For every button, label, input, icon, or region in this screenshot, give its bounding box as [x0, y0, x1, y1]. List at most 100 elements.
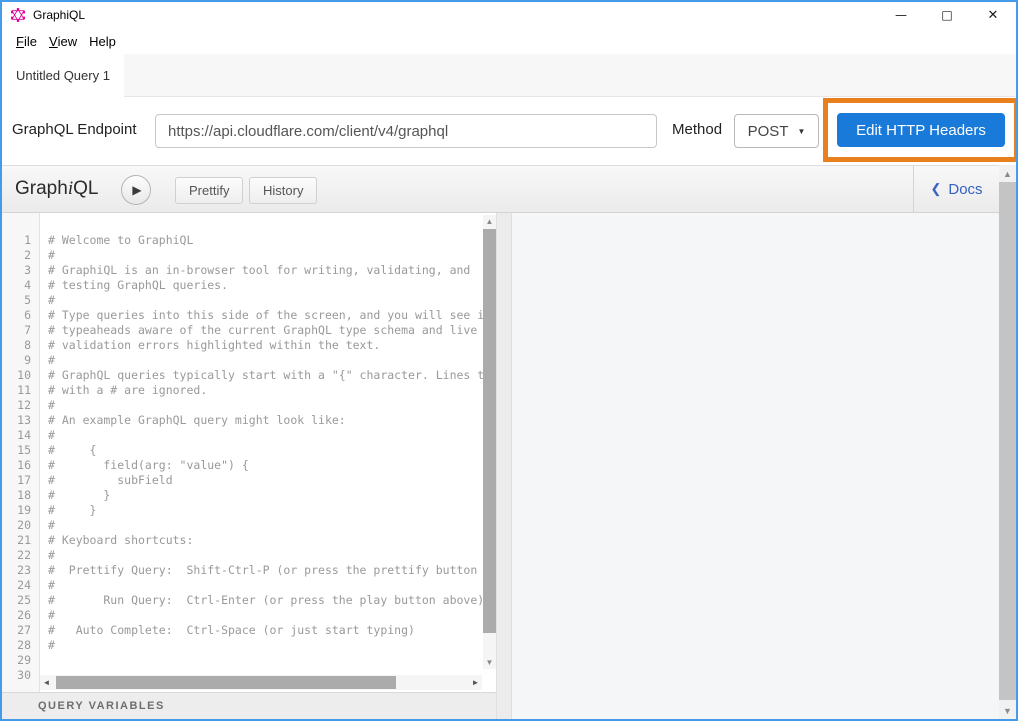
line-number: 2 — [2, 248, 31, 263]
line-number: 3 — [2, 263, 31, 278]
editor-line[interactable] — [48, 653, 496, 668]
line-number: 15 — [2, 443, 31, 458]
scroll-up-icon[interactable]: ▲ — [999, 165, 1016, 182]
editor-line[interactable]: # — [48, 293, 496, 308]
editor-line[interactable]: # testing GraphQL queries. — [48, 278, 496, 293]
graphql-logo-icon — [11, 8, 25, 22]
menu-item-view[interactable]: View — [43, 28, 83, 54]
scroll-left-icon[interactable]: ◄ — [40, 675, 53, 690]
editor-line[interactable]: # — [48, 518, 496, 533]
line-number: 14 — [2, 428, 31, 443]
query-variables-title: QUERY VARIABLES — [38, 700, 165, 712]
tab-strip: Untitled Query 1 — [2, 54, 1016, 97]
line-number: 23 — [2, 563, 31, 578]
scroll-up-icon[interactable]: ▲ — [483, 215, 496, 228]
scroll-right-icon[interactable]: ► — [469, 675, 482, 690]
editor-line[interactable]: # field(arg: "value") { — [48, 458, 496, 473]
line-number: 16 — [2, 458, 31, 473]
pane-divider[interactable] — [496, 213, 512, 719]
method-value: POST — [748, 123, 789, 140]
editor-line[interactable]: # — [48, 548, 496, 563]
menu-bar: FileViewHelp — [2, 28, 1016, 54]
editor-line[interactable]: # validation errors highlighted within t… — [48, 338, 496, 353]
editor-line[interactable]: # typeaheads aware of the current GraphQ… — [48, 323, 496, 338]
editor-vertical-scrollbar[interactable]: ▲ ▼ — [483, 215, 496, 669]
editor-line[interactable]: # Auto Complete: Ctrl-Space (or just sta… — [48, 623, 496, 638]
line-number: 10 — [2, 368, 31, 383]
content-area: GraphiQL ▶ Prettify History ❮ Docs 12345… — [2, 165, 1016, 719]
main-vscroll-thumb[interactable] — [999, 182, 1016, 700]
line-number: 12 — [2, 398, 31, 413]
line-number: 13 — [2, 413, 31, 428]
line-number: 4 — [2, 278, 31, 293]
line-number: 9 — [2, 353, 31, 368]
editor-line[interactable]: # — [48, 578, 496, 593]
main-vertical-scrollbar[interactable]: ▲ ▼ — [999, 165, 1016, 719]
docs-label: Docs — [948, 181, 982, 198]
editor-line[interactable]: # Run Query: Ctrl-Enter (or press the pl… — [48, 593, 496, 608]
editor-line[interactable]: # } — [48, 503, 496, 518]
docs-toggle-button[interactable]: ❮ Docs — [913, 166, 999, 212]
line-number: 1 — [2, 233, 31, 248]
editor-line[interactable]: # — [48, 398, 496, 413]
scroll-down-icon[interactable]: ▼ — [999, 702, 1016, 719]
scroll-down-icon[interactable]: ▼ — [483, 656, 496, 669]
method-select[interactable]: POST ▼ — [734, 114, 819, 148]
editor-hscroll-thumb[interactable] — [56, 676, 396, 689]
editor-line[interactable]: # Type queries into this side of the scr… — [48, 308, 496, 323]
line-number: 11 — [2, 383, 31, 398]
editor-line[interactable]: # subField — [48, 473, 496, 488]
window-title: GraphiQL — [33, 8, 85, 22]
editor-line[interactable]: # — [48, 248, 496, 263]
tab-label: Untitled Query 1 — [16, 68, 110, 83]
menu-item-file[interactable]: File — [10, 28, 43, 54]
title-bar: GraphiQL — □ ✕ — [2, 2, 1016, 28]
window-controls: — □ ✕ — [878, 2, 1016, 28]
close-icon[interactable]: ✕ — [970, 2, 1016, 28]
line-number: 24 — [2, 578, 31, 593]
editor-line[interactable]: # — [48, 608, 496, 623]
query-variables-bar[interactable]: QUERY VARIABLES — [2, 692, 496, 719]
endpoint-row: GraphQL Endpoint Method POST ▼ Edit HTTP… — [2, 97, 1016, 165]
prettify-button[interactable]: Prettify — [175, 177, 243, 204]
editor-line[interactable]: # GraphQL queries typically start with a… — [48, 368, 496, 383]
tab-untitled-query[interactable]: Untitled Query 1 — [2, 54, 124, 97]
minimize-icon[interactable]: — — [878, 2, 924, 28]
line-number: 28 — [2, 638, 31, 653]
edit-http-headers-button[interactable]: Edit HTTP Headers — [837, 113, 1005, 147]
line-number: 19 — [2, 503, 31, 518]
line-number: 18 — [2, 488, 31, 503]
run-query-button[interactable]: ▶ — [121, 175, 151, 205]
line-number: 5 — [2, 293, 31, 308]
line-number-gutter: 1234567891011121314151617181920212223242… — [2, 213, 40, 692]
endpoint-label: GraphQL Endpoint — [12, 121, 137, 138]
play-icon: ▶ — [132, 183, 141, 197]
editor-line[interactable]: # An example GraphQL query might look li… — [48, 413, 496, 428]
editor-code[interactable]: # Welcome to GraphiQL## GraphiQL is an i… — [40, 213, 496, 692]
line-number: 25 — [2, 593, 31, 608]
method-label: Method — [672, 121, 722, 138]
editor-horizontal-scrollbar[interactable]: ◄ ► — [40, 675, 482, 690]
maximize-icon[interactable]: □ — [924, 2, 970, 28]
menu-item-help[interactable]: Help — [83, 28, 122, 54]
history-button[interactable]: History — [249, 177, 317, 204]
editor-line[interactable]: # { — [48, 443, 496, 458]
editor-line[interactable]: # Keyboard shortcuts: — [48, 533, 496, 548]
graphiql-body: 1234567891011121314151617181920212223242… — [2, 213, 999, 719]
editor-line[interactable]: # — [48, 428, 496, 443]
query-editor[interactable]: 1234567891011121314151617181920212223242… — [2, 213, 496, 692]
line-number: 22 — [2, 548, 31, 563]
editor-line[interactable]: # } — [48, 488, 496, 503]
line-number: 26 — [2, 608, 31, 623]
editor-line[interactable]: # — [48, 638, 496, 653]
editor-line[interactable]: # Welcome to GraphiQL — [48, 233, 496, 248]
editor-line[interactable]: # with a # are ignored. — [48, 383, 496, 398]
editor-line[interactable]: # GraphiQL is an in-browser tool for wri… — [48, 263, 496, 278]
logo-part-graph: Graph — [15, 178, 68, 199]
editor-line[interactable]: # Prettify Query: Shift-Ctrl-P (or press… — [48, 563, 496, 578]
editor-line[interactable]: # — [48, 353, 496, 368]
endpoint-input[interactable] — [155, 114, 657, 148]
line-number: 20 — [2, 518, 31, 533]
editor-vscroll-thumb[interactable] — [483, 229, 496, 633]
chevron-down-icon: ▼ — [797, 127, 805, 136]
